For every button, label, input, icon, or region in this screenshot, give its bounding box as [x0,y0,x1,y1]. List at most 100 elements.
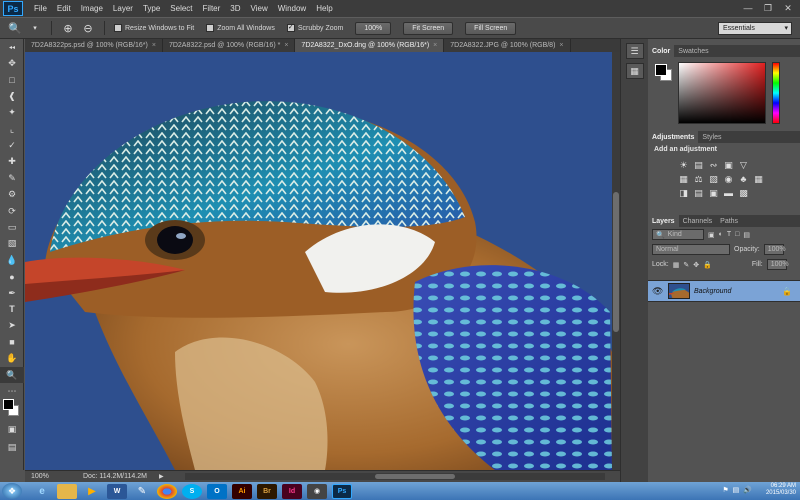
menu-filter[interactable]: Filter [198,4,226,13]
exposure-icon[interactable]: ▣ [723,160,734,170]
checkmark-icon[interactable]: ✓ [286,24,295,32]
layer-background[interactable]: 👁 Background 🔒 [648,280,800,302]
tab-paths[interactable]: Paths [716,215,742,227]
menu-layer[interactable]: Layer [108,4,138,13]
close-icon[interactable]: × [559,42,563,49]
zoom-out-icon[interactable]: ⊖ [81,21,95,35]
clock[interactable]: 06:29 AM 2015/03/30 [766,483,796,497]
paint-icon[interactable]: ✎ [132,484,152,499]
scroll-thumb[interactable] [613,192,619,332]
doc-tab-active[interactable]: 7D2A8322_DxO.dng @ 100% (RGB/16*) × [295,39,445,52]
chevron-down-icon[interactable]: ▾ [28,21,42,35]
screen-mode-icon[interactable]: ▤ [0,439,24,455]
history-icon[interactable]: ☰ [625,43,644,59]
network-icon[interactable]: ▤ [733,486,740,494]
zoom-tool-icon[interactable]: 🔍 [0,366,24,384]
path-selection-tool-icon[interactable]: ➤ [0,318,24,334]
menu-3d[interactable]: 3D [225,4,245,13]
doc-tab[interactable]: 7D2A8322.psd @ 100% (RGB/16) * × [163,39,296,52]
move-tool-icon[interactable]: ✥ [0,55,24,71]
menu-edit[interactable]: Edit [52,4,76,13]
lock-image-icon[interactable]: ✎ [683,261,689,269]
dodge-tool-icon[interactable]: ● [0,268,24,284]
zoom-icon[interactable]: 🔍 [8,21,22,35]
kind-filter-select[interactable]: 🔍 Kind [652,229,704,240]
flag-icon[interactable]: ⚑ [722,486,728,494]
hand-tool-icon[interactable]: ✋ [0,350,24,366]
lock-position-icon[interactable]: ✥ [693,261,699,269]
eye-icon[interactable]: 👁 [652,286,664,297]
chevron-right-icon[interactable]: ▶ [159,473,164,480]
illustrator-icon[interactable]: Ai [232,483,252,499]
color-ramp[interactable] [678,62,766,124]
brush-tool-icon[interactable]: ✎ [0,170,24,186]
zoom-level[interactable]: 100% [25,473,53,480]
blend-mode-select[interactable]: Normal [652,244,730,255]
gradient-map-icon[interactable]: ▬ [723,188,734,198]
menu-select[interactable]: Select [165,4,197,13]
zoom-all-windows-checkbox[interactable]: Zoom All Windows [206,24,275,32]
indesign-icon[interactable]: Id [282,483,302,499]
menu-file[interactable]: File [29,4,52,13]
checkbox-box[interactable] [206,24,215,32]
restore-icon[interactable]: ❐ [760,1,776,15]
word-icon[interactable]: W [107,483,127,499]
rectangle-tool-icon[interactable]: ■ [0,334,24,350]
filter-type-icon[interactable]: T [727,231,731,238]
opacity-field[interactable]: 100% [763,244,786,255]
properties-icon[interactable]: ▦ [625,63,644,79]
clone-stamp-tool-icon[interactable]: ⚙ [0,187,24,203]
menu-image[interactable]: Image [76,4,108,13]
foreground-color-swatch[interactable] [655,64,667,76]
black-white-icon[interactable]: ▧ [708,174,719,184]
selective-color-icon[interactable]: ▩ [738,188,749,198]
foreground-color-swatch[interactable] [3,399,14,410]
tab-layers[interactable]: Layers [648,215,679,227]
tab-color[interactable]: Color [648,45,675,57]
skype-icon[interactable]: S [182,483,202,499]
eraser-tool-icon[interactable]: ▭ [0,219,24,235]
close-icon[interactable]: × [152,42,156,49]
brightness-icon[interactable]: ☀ [678,160,689,170]
horizontal-scrollbar[interactable] [185,473,605,480]
chrome-icon[interactable] [157,483,177,499]
filter-shape-icon[interactable]: □ [735,231,739,238]
lasso-tool-icon[interactable]: ❰ [0,88,24,104]
blur-tool-icon[interactable]: 💧 [0,252,24,268]
levels-icon[interactable]: ▤ [693,160,704,170]
collapse-arrows-icon[interactable]: ◂◂ [0,39,24,55]
document-canvas[interactable] [25,52,612,470]
close-icon[interactable]: × [284,42,288,49]
posterize-icon[interactable]: ▤ [693,188,704,198]
photoshop-taskbar-icon[interactable]: Ps [332,483,352,499]
doc-tab[interactable]: 7D2A8322ps.psd @ 100% (RGB/16*) × [25,39,163,52]
lock-all-icon[interactable]: 🔒 [703,261,712,269]
tab-swatches[interactable]: Swatches [674,45,712,57]
curves-icon[interactable]: ∾ [708,160,719,170]
vertical-scrollbar[interactable] [612,52,620,470]
vibrance-icon[interactable]: ▽ [738,160,749,170]
healing-brush-tool-icon[interactable]: ✚ [0,154,24,170]
hue-saturation-icon[interactable]: ▦ [678,174,689,184]
threshold-icon[interactable]: ▣ [708,188,719,198]
history-brush-tool-icon[interactable]: ⟳ [0,203,24,219]
bridge-icon[interactable]: Br [257,483,277,499]
windows-start-icon[interactable]: ❖ [2,483,22,499]
lock-transparent-icon[interactable]: ▦ [673,261,680,269]
photo-filter-icon[interactable]: ◉ [723,174,734,184]
minimize-icon[interactable]: — [740,1,756,15]
volume-icon[interactable]: 🔊 [743,486,752,494]
ie-icon[interactable]: e [32,484,52,499]
tab-channels[interactable]: Channels [679,215,717,227]
close-icon[interactable]: ✕ [780,1,796,15]
resize-windows-checkbox[interactable]: Resize Windows to Fit [114,24,194,32]
workspace-select[interactable]: Essentials ▾ [718,22,792,35]
channel-mixer-icon[interactable]: ♣ [738,174,749,184]
100-percent-button[interactable]: 100% [355,21,392,35]
close-icon[interactable]: × [433,42,437,49]
marquee-tool-icon[interactable]: □ [0,72,24,88]
doc-tab[interactable]: 7D2A8322.JPG @ 100% (RGB/8) × [444,39,571,52]
type-tool-icon[interactable]: T [0,301,24,317]
scroll-thumb[interactable] [375,474,455,479]
quick-select-tool-icon[interactable]: ✦ [0,105,24,121]
